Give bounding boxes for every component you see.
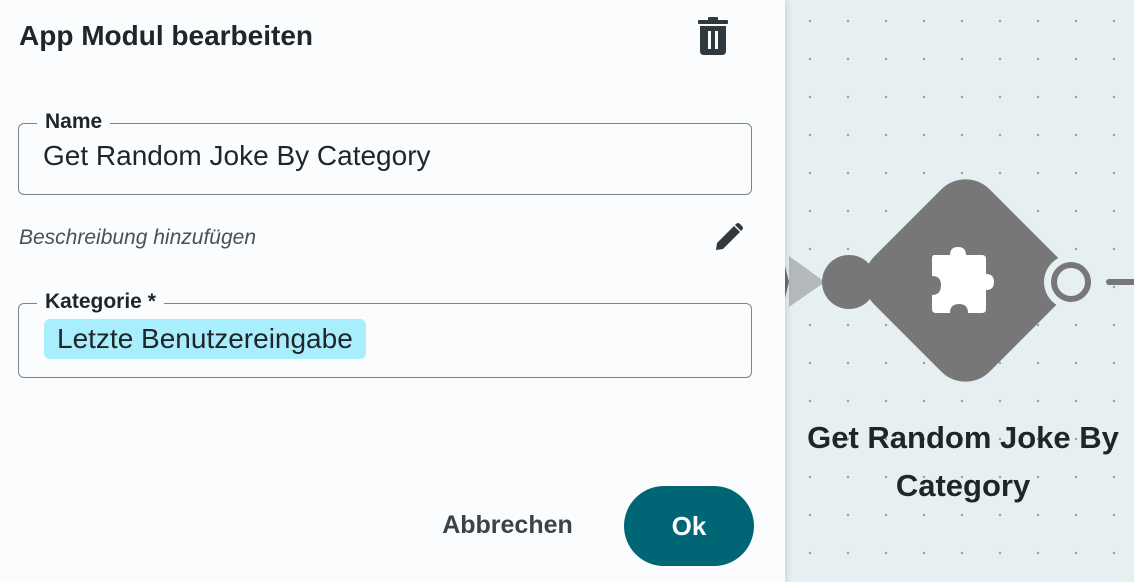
pencil-icon (716, 223, 743, 250)
name-input[interactable] (43, 140, 733, 172)
flow-canvas[interactable]: Get Random Joke By Category (785, 0, 1134, 582)
panel-title: App Modul bearbeiten (19, 20, 313, 51)
category-chip[interactable]: Letzte Benutzereingabe (44, 319, 366, 359)
node-label: Get Random Joke By Category (807, 420, 1119, 503)
name-field[interactable]: Name (18, 109, 752, 195)
delete-button[interactable] (690, 12, 736, 60)
cancel-button[interactable]: Abbrechen (425, 497, 590, 553)
app-root: Get Random Joke By Category App Modul be… (0, 0, 1134, 582)
edit-module-panel: App Modul bearbeiten Name Beschreibung h… (0, 0, 785, 582)
input-port-triangle[interactable] (789, 256, 825, 307)
edit-description-button[interactable] (709, 219, 749, 255)
category-field-label: Kategorie * (37, 289, 164, 315)
name-field-label: Name (37, 109, 111, 135)
output-port-circle[interactable] (1051, 262, 1091, 302)
puzzle-piece-icon (932, 247, 994, 313)
add-description-link[interactable]: Beschreibung hinzufügen (19, 226, 256, 250)
ok-button[interactable]: Ok (624, 486, 754, 566)
incoming-edge-stub (785, 266, 789, 298)
trash-icon (698, 17, 728, 55)
category-field[interactable]: Kategorie * Letzte Benutzereingabe (18, 289, 752, 378)
